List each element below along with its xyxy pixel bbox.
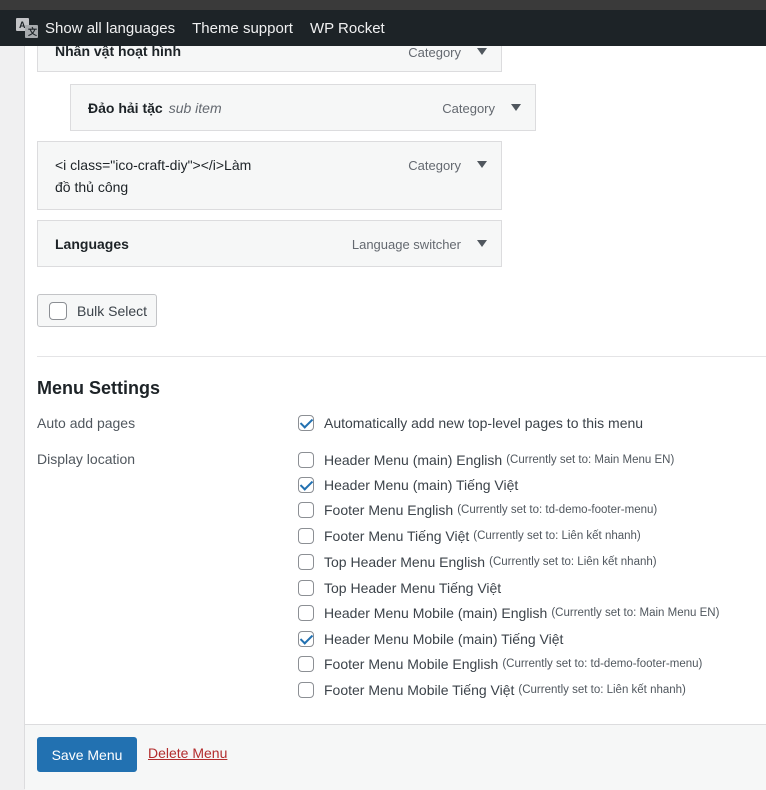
location-option-footer-mobile-vi[interactable]: Footer Menu Mobile Tiếng Việt (Currently… [298,682,686,698]
bulk-select-button[interactable]: Bulk Select [37,294,157,327]
admin-bar: A 文 Show all languages Theme support WP … [0,10,766,46]
menu-item-title: <i class="ico-craft-diy"></i>Làm đồ thủ … [55,154,251,198]
theme-support-link[interactable]: Theme support [192,20,293,37]
option-label: Header Menu (main) Tiếng Việt [324,477,519,493]
location-option-footer-menu-vi[interactable]: Footer Menu Tiếng Việt (Currently set to… [298,528,641,544]
admin-sidebar-gap [0,46,24,789]
option-label: Footer Menu Tiếng Việt [324,528,470,544]
location-checkbox[interactable] [298,452,314,468]
svg-text:文: 文 [27,26,38,37]
location-checkbox[interactable] [298,631,314,647]
location-checkbox[interactable] [298,580,314,596]
option-label: Footer Menu Mobile English [324,656,499,672]
location-option-top-header-vi[interactable]: Top Header Menu Tiếng Việt [298,580,501,596]
location-checkbox[interactable] [298,605,314,621]
expand-arrow-icon[interactable] [511,104,521,111]
menu-item[interactable]: <i class="ico-craft-diy"></i>Làm đồ thủ … [37,141,502,210]
option-note: (Currently set to: Main Menu EN) [506,454,675,466]
delete-menu-link[interactable]: Delete Menu [148,745,227,761]
option-label: Top Header Menu Tiếng Việt [324,580,502,596]
option-note: (Currently set to: td-demo-footer-menu) [502,658,703,670]
option-label: Automatically add new top-level pages to… [324,415,644,431]
menu-item-type: Category [442,101,495,116]
option-note: (Currently set to: Liên kết nhanh) [518,684,686,696]
menu-item-title: Languages [55,236,129,252]
show-all-languages-link[interactable]: Show all languages [45,20,175,37]
option-note: (Currently set to: td-demo-footer-menu) [457,504,658,516]
menu-item[interactable]: Đảo hải tặc sub item Category [70,84,536,131]
menu-item-title-line2: đồ thủ công [55,179,129,195]
bulk-select-label: Bulk Select [77,302,148,319]
location-option-footer-mobile-en[interactable]: Footer Menu Mobile English (Currently se… [298,656,702,672]
translate-icon: A 文 [15,16,39,40]
menu-item-type: Category [408,45,461,60]
option-label: Header Menu Mobile (main) English [324,605,548,621]
option-label: Top Header Menu English [324,554,486,570]
location-checkbox[interactable] [298,656,314,672]
location-option-header-mobile-en[interactable]: Header Menu Mobile (main) English (Curre… [298,605,719,621]
svg-text:A: A [19,20,26,30]
location-option-top-header-en[interactable]: Top Header Menu English (Currently set t… [298,554,657,570]
sub-item-label: sub item [168,100,222,116]
option-note: (Currently set to: Main Menu EN) [551,607,720,619]
auto-add-pages-checkbox[interactable] [298,415,314,431]
section-divider [37,356,766,357]
location-checkbox[interactable] [298,554,314,570]
browser-top-strip [0,0,766,10]
expand-arrow-icon[interactable] [477,48,487,55]
option-label: Footer Menu English [324,502,454,518]
location-option-footer-menu-en[interactable]: Footer Menu English (Currently set to: t… [298,502,657,518]
location-checkbox[interactable] [298,502,314,518]
location-option-header-menu-en[interactable]: Header Menu (main) English (Currently se… [298,452,674,468]
menu-item[interactable]: Languages Language switcher [37,220,502,267]
save-menu-button[interactable]: Save Menu [37,737,137,772]
location-option-header-menu-vi[interactable]: Header Menu (main) Tiếng Việt [298,477,518,493]
option-note: (Currently set to: Liên kết nhanh) [473,530,641,542]
option-label: Header Menu (main) English [324,452,503,468]
option-label: Header Menu Mobile (main) Tiếng Việt [324,631,564,647]
menu-item-title-line1: <i class="ico-craft-diy"></i>Làm [55,157,252,173]
option-label: Footer Menu Mobile Tiếng Việt [324,682,515,698]
auto-add-pages-option[interactable]: Automatically add new top-level pages to… [298,415,643,431]
wp-rocket-link[interactable]: WP Rocket [310,20,385,37]
menu-item-type: Category [408,158,461,173]
expand-arrow-icon[interactable] [477,240,487,247]
menu-footer-bar: Save Menu Delete Menu [25,724,766,790]
bulk-select-checkbox[interactable] [49,301,67,320]
menu-item-title-text: Đảo hải tặc [88,100,163,116]
location-option-header-mobile-vi[interactable]: Header Menu Mobile (main) Tiếng Việt [298,631,563,647]
expand-arrow-icon[interactable] [477,161,487,168]
auto-add-pages-label: Auto add pages [37,415,136,431]
menu-edit-panel: Nhân vật hoạt hình Category Đảo hải tặc s… [24,34,766,790]
menu-item-type: Language switcher [351,237,461,252]
menu-item-title: Đảo hải tặc sub item [88,97,222,119]
menu-settings-heading: Menu Settings [37,378,161,398]
location-checkbox[interactable] [298,682,314,698]
location-checkbox[interactable] [298,477,314,493]
display-location-label: Display location [37,451,136,467]
location-checkbox[interactable] [298,528,314,544]
option-note: (Currently set to: Liên kết nhanh) [489,556,657,568]
